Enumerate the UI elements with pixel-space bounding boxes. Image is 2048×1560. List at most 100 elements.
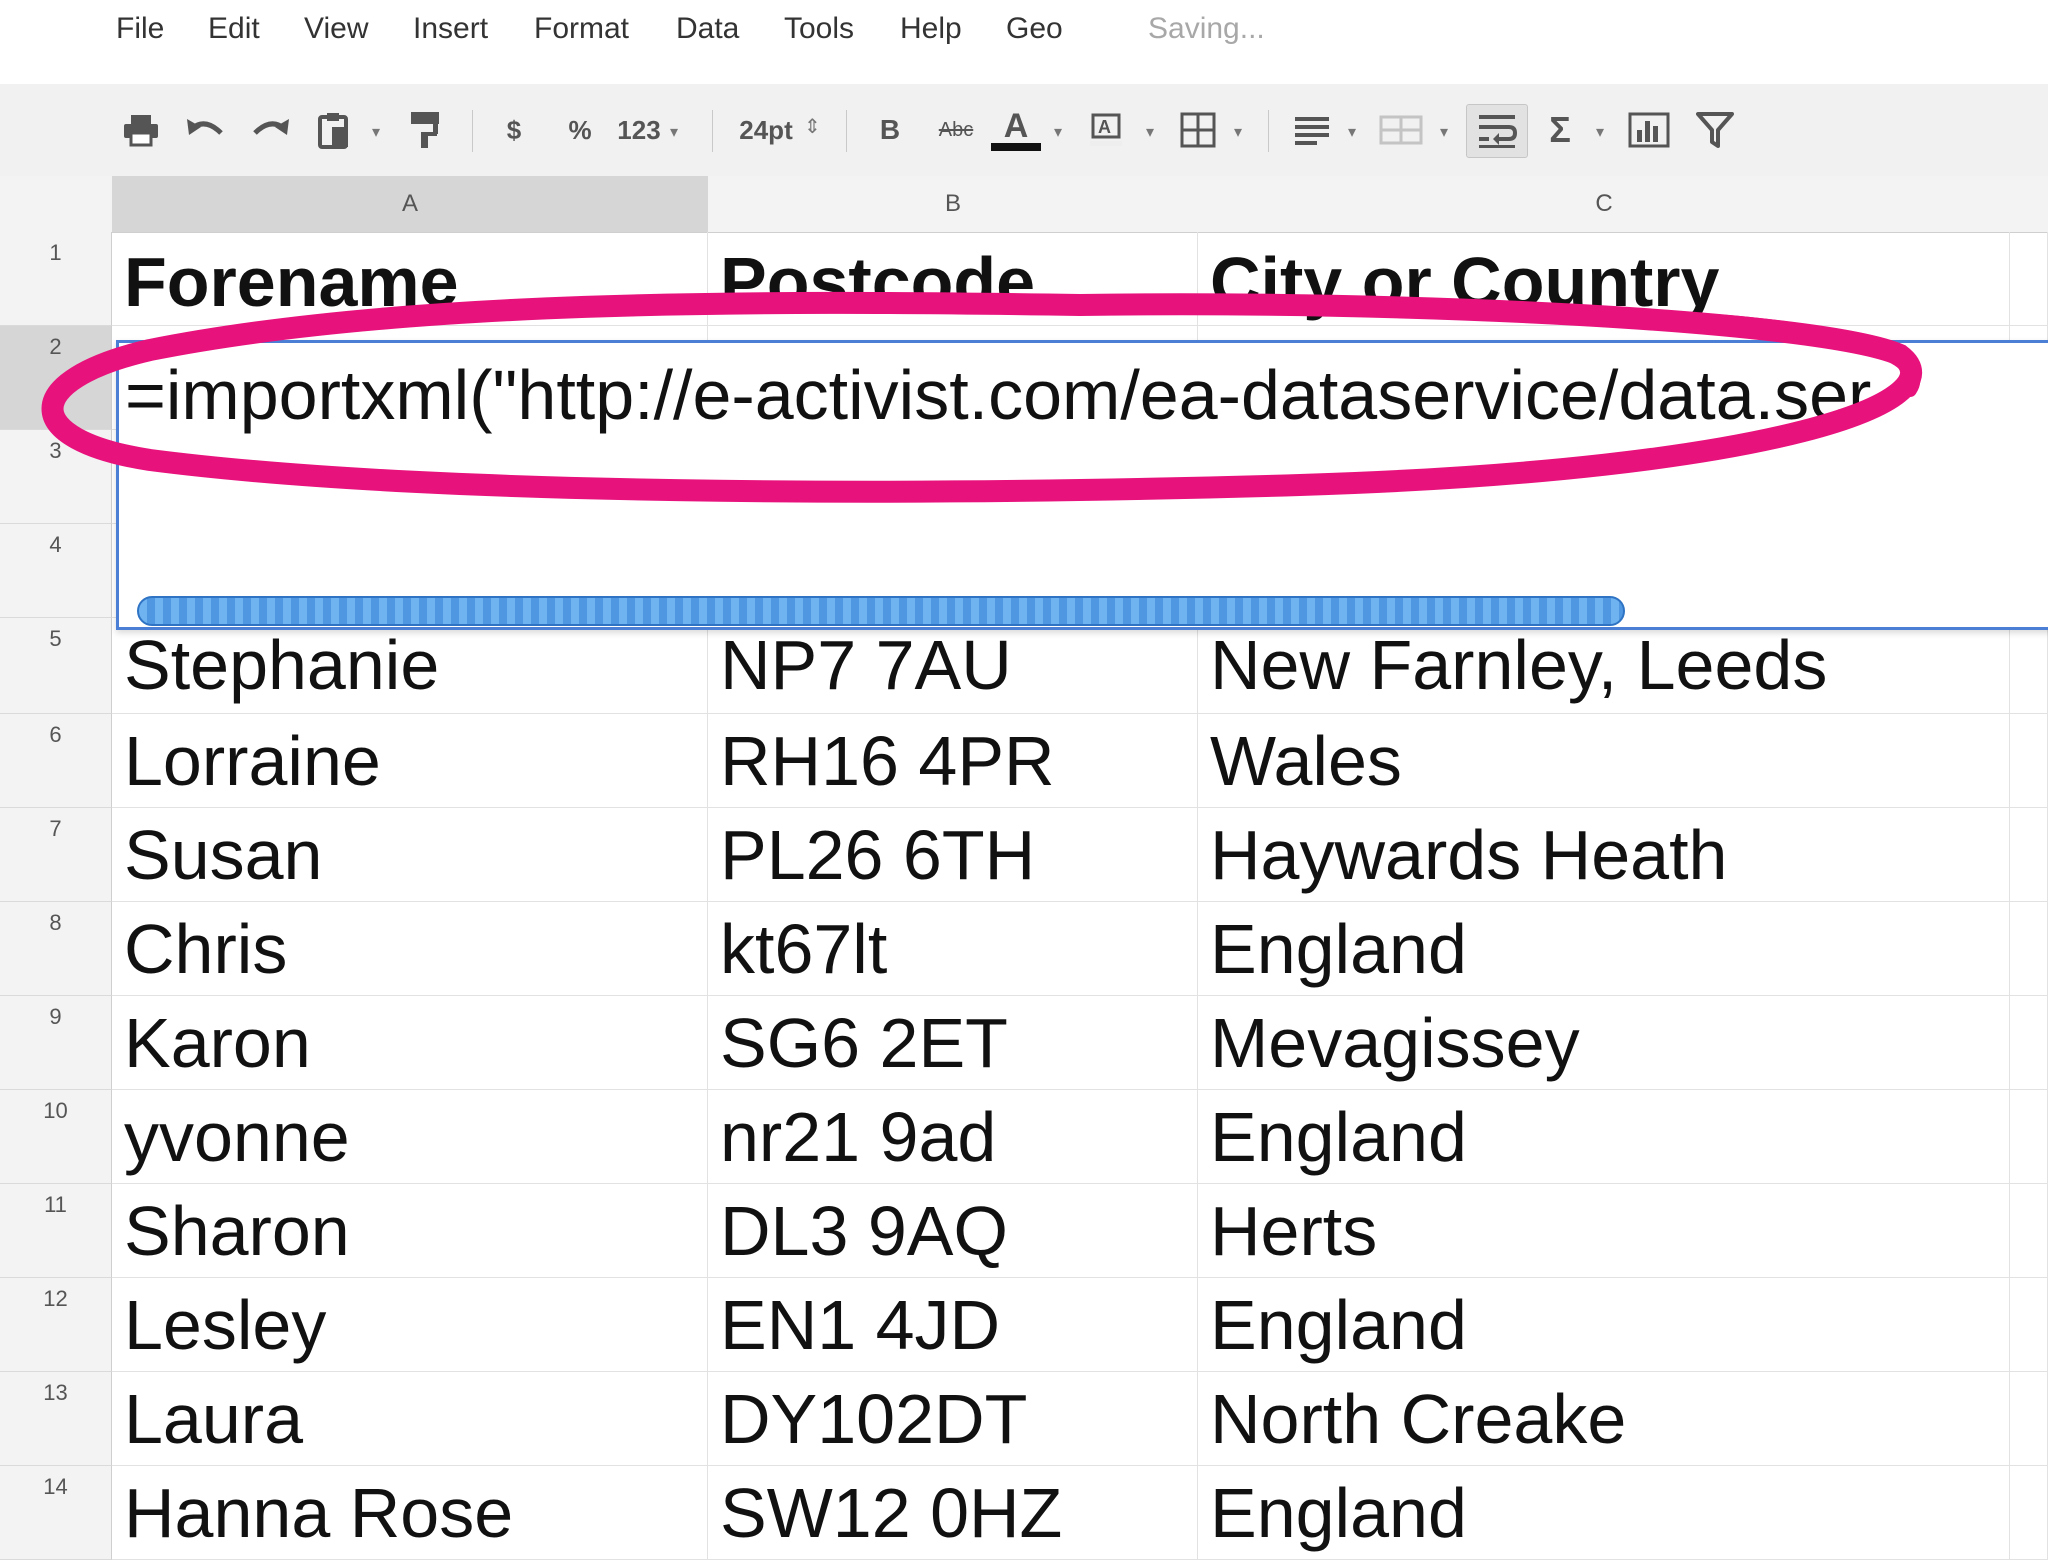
percent-format-button[interactable]: % <box>562 104 598 156</box>
table-cell[interactable]: England <box>1198 1278 2010 1372</box>
chevron-down-icon[interactable]: ▾ <box>670 122 678 142</box>
table-cell[interactable] <box>2010 1090 2048 1184</box>
chevron-down-icon[interactable]: ▾ <box>1146 122 1154 142</box>
table-cell[interactable]: kt67lt <box>708 902 1198 996</box>
merge-cells-icon[interactable] <box>1376 104 1426 156</box>
stepper-icon[interactable]: ⇕ <box>804 114 821 139</box>
row-header-6[interactable]: 6 <box>0 714 112 808</box>
table-cell[interactable]: Hanna Rose <box>112 1466 708 1560</box>
table-cell[interactable]: Wales <box>1198 714 2010 808</box>
table-cell[interactable]: NP7 7AU <box>708 618 1198 714</box>
table-cell[interactable]: SG6 2ET <box>708 996 1198 1090</box>
table-cell[interactable]: Herts <box>1198 1184 2010 1278</box>
table-cell[interactable]: Sharon <box>112 1184 708 1278</box>
bold-button[interactable]: B <box>872 104 908 156</box>
table-cell[interactable]: DY102DT <box>708 1372 1198 1466</box>
table-cell[interactable]: PL26 6TH <box>708 808 1198 902</box>
column-header-c[interactable]: C <box>1198 176 2011 233</box>
table-cell[interactable] <box>2010 1184 2048 1278</box>
cell-editor[interactable]: =importxml("http://e-activist.com/ea-dat… <box>116 340 2048 630</box>
row-header-12[interactable]: 12 <box>0 1278 112 1372</box>
menu-edit[interactable]: Edit <box>208 12 260 46</box>
table-cell[interactable]: Haywards Heath <box>1198 808 2010 902</box>
sum-button[interactable]: Σ <box>1542 104 1578 156</box>
row-header-9[interactable]: 9 <box>0 996 112 1090</box>
menu-file[interactable]: File <box>116 12 164 46</box>
row-header-11[interactable]: 11 <box>0 1184 112 1278</box>
table-cell[interactable]: nr21 9ad <box>708 1090 1198 1184</box>
table-cell[interactable] <box>2010 1278 2048 1372</box>
row-header-1[interactable]: 1 <box>0 232 112 326</box>
chevron-down-icon[interactable]: ▾ <box>1440 122 1448 142</box>
table-cell[interactable]: Chris <box>112 902 708 996</box>
paint-format-icon[interactable] <box>404 104 448 156</box>
table-cell[interactable]: Mevagissey <box>1198 996 2010 1090</box>
formula-text[interactable]: =importxml("http://e-activist.com/ea-dat… <box>125 345 1871 445</box>
table-cell[interactable] <box>2010 618 2048 714</box>
row-header-3[interactable]: 3 <box>0 430 112 524</box>
table-cell[interactable]: Susan <box>112 808 708 902</box>
table-cell[interactable] <box>2010 232 2048 326</box>
chevron-down-icon[interactable]: ▾ <box>1596 122 1604 142</box>
row-header-5[interactable]: 5 <box>0 618 112 714</box>
menu-insert[interactable]: Insert <box>413 12 488 46</box>
menu-help[interactable]: Help <box>900 12 962 46</box>
chevron-down-icon[interactable]: ▾ <box>1348 122 1356 142</box>
table-cell[interactable]: Stephanie <box>112 618 708 714</box>
table-cell[interactable]: yvonne <box>112 1090 708 1184</box>
table-cell[interactable] <box>2010 1466 2048 1560</box>
table-cell[interactable] <box>2010 996 2048 1090</box>
row-header-14[interactable]: 14 <box>0 1466 112 1560</box>
row-header-4[interactable]: 4 <box>0 524 112 618</box>
strikethrough-button[interactable]: Abc <box>930 104 982 156</box>
table-cell[interactable] <box>2010 902 2048 996</box>
font-size-select[interactable]: 24pt <box>734 104 798 156</box>
filter-icon[interactable] <box>1692 104 1738 156</box>
table-cell[interactable] <box>2010 714 2048 808</box>
table-cell[interactable]: Laura <box>112 1372 708 1466</box>
row-header-7[interactable]: 7 <box>0 808 112 902</box>
header-cell[interactable]: City or Country <box>1198 232 2010 326</box>
table-cell[interactable]: England <box>1198 1090 2010 1184</box>
table-cell[interactable]: England <box>1198 902 2010 996</box>
row-header-2[interactable]: 2 <box>0 326 112 430</box>
row-header-8[interactable]: 8 <box>0 902 112 996</box>
currency-format-button[interactable]: $ <box>496 104 532 156</box>
table-cell[interactable] <box>2010 1372 2048 1466</box>
chevron-down-icon[interactable]: ▾ <box>372 122 380 142</box>
column-header-d[interactable] <box>2010 176 2048 233</box>
row-header-13[interactable]: 13 <box>0 1372 112 1466</box>
select-all-corner[interactable] <box>0 176 113 233</box>
table-cell[interactable]: New Farnley, Leeds <box>1198 618 2010 714</box>
menu-tools[interactable]: Tools <box>784 12 854 46</box>
text-color-button[interactable]: A <box>990 104 1042 156</box>
undo-icon[interactable] <box>180 104 230 156</box>
column-header-b[interactable]: B <box>708 176 1199 233</box>
menu-geo[interactable]: Geo <box>1006 12 1063 46</box>
redo-icon[interactable] <box>246 104 296 156</box>
table-cell[interactable]: Karon <box>112 996 708 1090</box>
borders-icon[interactable] <box>1176 104 1220 156</box>
header-cell[interactable]: Postcode <box>708 232 1198 326</box>
header-cell[interactable]: Forename <box>112 232 708 326</box>
print-icon[interactable] <box>116 104 166 156</box>
align-left-icon[interactable] <box>1290 104 1334 156</box>
number-format-button[interactable]: 123 <box>612 104 666 156</box>
table-cell[interactable]: RH16 4PR <box>708 714 1198 808</box>
column-header-a[interactable]: A <box>112 176 709 233</box>
table-cell[interactable]: Lesley <box>112 1278 708 1372</box>
table-cell[interactable] <box>2010 808 2048 902</box>
table-cell[interactable]: SW12 0HZ <box>708 1466 1198 1560</box>
menu-format[interactable]: Format <box>534 12 629 46</box>
table-cell[interactable]: DL3 9AQ <box>708 1184 1198 1278</box>
menu-data[interactable]: Data <box>676 12 739 46</box>
table-cell[interactable]: North Creake <box>1198 1372 2010 1466</box>
table-cell[interactable]: EN1 4JD <box>708 1278 1198 1372</box>
row-header-10[interactable]: 10 <box>0 1090 112 1184</box>
chart-icon[interactable] <box>1624 104 1674 156</box>
table-cell[interactable]: Lorraine <box>112 714 708 808</box>
table-cell[interactable]: England <box>1198 1466 2010 1560</box>
menu-view[interactable]: View <box>304 12 368 46</box>
chevron-down-icon[interactable]: ▾ <box>1054 122 1062 142</box>
chevron-down-icon[interactable]: ▾ <box>1234 122 1242 142</box>
